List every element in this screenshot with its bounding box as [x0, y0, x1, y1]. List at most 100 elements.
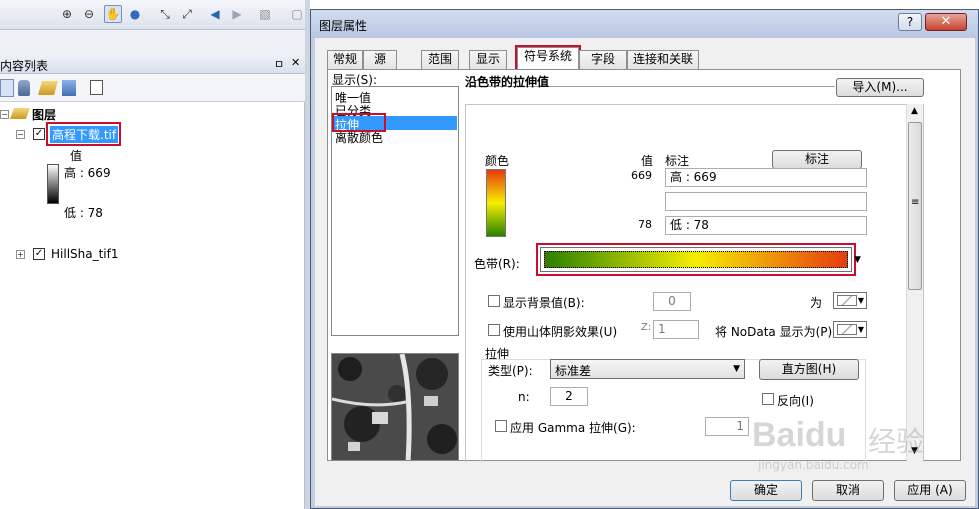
toc-close-icon[interactable]: ✕: [291, 56, 300, 69]
gamma-value-field[interactable]: 1: [705, 417, 749, 436]
apply-button[interactable]: 应用 (A): [894, 480, 966, 501]
watermark-cn: 经验: [868, 425, 925, 458]
nodata-color-dropdown[interactable]: ▼: [833, 321, 867, 338]
toc-toolbar: [0, 74, 305, 102]
stretch-type-value: 标准差: [555, 364, 592, 378]
stretch-heading: 沿色带的拉伸值: [465, 75, 550, 89]
layers-icon: [9, 108, 31, 119]
scroll-up-icon[interactable]: ▲: [911, 106, 918, 116]
help-button[interactable]: ?: [898, 13, 922, 31]
n-value-field[interactable]: 2: [550, 387, 588, 406]
fixed-zoom-out-icon[interactable]: ⤢: [178, 5, 196, 23]
stretch-settings: 沿色带的拉伸值 导入(M)... 颜色 值 标注 标注 669 78 高 : 6…: [465, 70, 962, 463]
tab-extent[interactable]: 范围: [421, 50, 459, 69]
colorramp-label: 色带(R):: [474, 257, 520, 271]
toolbar-gap: [0, 30, 305, 54]
colorramp-dropdown-arrow-icon[interactable]: ▼: [854, 255, 861, 265]
list-by-source-icon[interactable]: [18, 80, 30, 96]
stretch-type-arrow-icon: ▼: [733, 364, 740, 374]
background-color-dropdown[interactable]: ▼: [833, 292, 867, 309]
scroll-grip-icon: ≡: [911, 197, 920, 208]
layers-root-label: 图层: [32, 108, 57, 122]
close-button[interactable]: ✕: [925, 13, 967, 31]
label-column-header: 标注: [665, 154, 690, 168]
value-column-header: 值: [641, 154, 654, 168]
z-label: Z:: [641, 322, 652, 333]
layer1-value-header: 值: [70, 149, 83, 163]
layers-expander[interactable]: −: [0, 110, 9, 119]
layer2-name[interactable]: HillSha_tif1: [51, 247, 119, 261]
layer1-expander[interactable]: −: [16, 130, 25, 139]
as-label: 为: [810, 296, 823, 310]
pan-hand-icon[interactable]: ✋: [104, 5, 122, 23]
scroll-thumb[interactable]: ≡: [908, 122, 922, 290]
toc-title: 内容列表: [0, 59, 49, 73]
fixed-zoom-in-icon[interactable]: ⤡: [156, 5, 174, 23]
histogram-button[interactable]: 直方图(H): [759, 359, 859, 380]
high-value: 669: [631, 169, 652, 182]
gamma-checkbox[interactable]: [495, 420, 507, 432]
toc-body: − 图层 − ✓ 高程下载.tif 值 高 : 669 低 : 78 + ✓ H…: [0, 102, 305, 509]
z-factor-field[interactable]: 1: [653, 320, 699, 339]
list-by-drawing-order-icon[interactable]: [0, 79, 14, 97]
symbology-tab-highlight: [515, 45, 581, 71]
options-icon[interactable]: [90, 80, 103, 95]
high-label-field[interactable]: 高 : 669: [665, 168, 867, 187]
color-column-header: 颜色: [485, 154, 510, 168]
arcmap-toolbar: ⊕ ⊖ ✋ ● ⤡ ⤢ ◀ ▶ ▧ ▢: [0, 0, 310, 30]
layer2-expander[interactable]: +: [16, 250, 25, 259]
watermark-url: jingyan.baidu.com: [758, 458, 869, 472]
dialog-title: 图层属性: [319, 19, 368, 33]
colorramp-select[interactable]: [540, 247, 852, 272]
layer2-visibility-checkbox[interactable]: ✓: [33, 248, 45, 260]
select-features-icon[interactable]: ▧: [256, 5, 274, 23]
layer1-visibility-checkbox[interactable]: ✓: [33, 128, 45, 140]
clear-selection-icon[interactable]: ▢: [288, 5, 306, 23]
gamma-label: 应用 Gamma 拉伸(G):: [510, 421, 636, 435]
tab-fields[interactable]: 字段: [579, 50, 627, 69]
baidu-watermark: Baidu 经验 jingyan.baidu.com: [752, 412, 974, 472]
tab-general[interactable]: 常规: [327, 50, 363, 69]
symbology-panel: 显示(S): 唯一值 已分类 拉伸 离散颜色 沿色带的拉伸值 导入(M)... …: [327, 69, 962, 463]
hillshade-checkbox[interactable]: [488, 324, 500, 336]
full-extent-globe-icon[interactable]: ●: [126, 5, 144, 23]
settings-scrollbar[interactable]: ▲ ≡ ▼: [906, 104, 923, 462]
ok-button[interactable]: 确定: [730, 480, 802, 501]
n-label: n:: [518, 390, 530, 404]
low-label-field[interactable]: 低 : 78: [665, 216, 867, 235]
invert-checkbox[interactable]: [762, 393, 774, 405]
pin-icon[interactable]: ㅁ: [274, 56, 284, 72]
hillshade-label: 使用山体阴影效果(U): [503, 325, 618, 339]
list-by-selection-icon[interactable]: [62, 80, 76, 96]
show-background-checkbox[interactable]: [488, 295, 500, 307]
mid-label-field[interactable]: [665, 192, 867, 211]
back-arrow-icon[interactable]: ◀: [206, 5, 224, 23]
aerial-preview-image: [332, 354, 458, 460]
zoom-out-icon[interactable]: ⊖: [80, 5, 98, 23]
forward-arrow-icon[interactable]: ▶: [228, 5, 246, 23]
import-button[interactable]: 导入(M)...: [836, 78, 924, 97]
type-label: 类型(P):: [488, 364, 533, 378]
tab-display[interactable]: 显示: [469, 50, 507, 69]
zoom-in-icon[interactable]: ⊕: [58, 5, 76, 23]
layer1-name[interactable]: 高程下载.tif: [50, 126, 119, 143]
low-value: 78: [638, 218, 652, 231]
tab-source[interactable]: 源: [363, 50, 397, 69]
show-item-discrete[interactable]: 离散颜色: [335, 129, 383, 146]
color-ramp-vertical: [486, 169, 506, 237]
layer1-low-label: 低 : 78: [64, 206, 103, 220]
label-button[interactable]: 标注: [772, 150, 862, 169]
dialog-titlebar[interactable]: 图层属性 ? ✕: [311, 10, 978, 38]
cancel-button[interactable]: 取消: [812, 480, 884, 501]
preview-thumbnail: [331, 353, 459, 461]
layer1-high-label: 高 : 669: [64, 166, 111, 180]
toc-header: 内容列表 ㅁ ✕: [0, 54, 305, 74]
background-value-field[interactable]: 0: [653, 292, 691, 311]
invert-label: 反向(I): [777, 394, 814, 408]
stretch-type-select[interactable]: 标准差 ▼: [550, 359, 745, 379]
list-by-visibility-icon[interactable]: [38, 81, 58, 95]
show-listbox[interactable]: 唯一值 已分类 拉伸 离散颜色: [331, 86, 459, 336]
watermark-logo: Baidu: [752, 416, 847, 454]
tab-joins-relates[interactable]: 连接和关联: [627, 50, 699, 69]
settings-scroll-area: 颜色 值 标注 标注 669 78 高 : 669 低 : 78 色带(R):: [465, 104, 924, 463]
